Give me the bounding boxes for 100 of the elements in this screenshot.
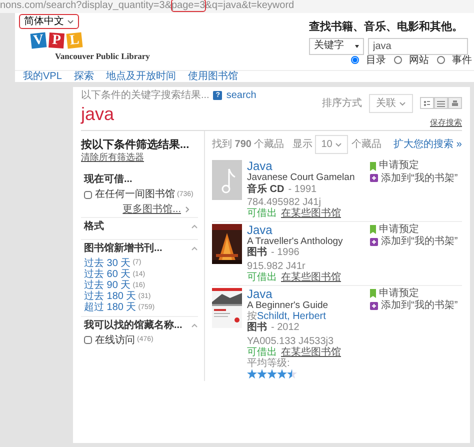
filter-option-link[interactable]: 过去 180 天 bbox=[84, 291, 136, 302]
print-icon bbox=[451, 100, 459, 107]
nav-menu-link[interactable]: 使用图书馆 bbox=[188, 70, 238, 82]
add-icon bbox=[370, 174, 378, 182]
result-summary: 找到 790 个藏品 bbox=[212, 139, 284, 150]
add-to-shelf-link[interactable]: 添加到“我的书架” bbox=[381, 172, 458, 184]
search-heading: 查找书籍、音乐、电影和其他。 bbox=[309, 21, 464, 34]
view-mode-button[interactable] bbox=[434, 97, 448, 110]
nav-menu-link[interactable]: 我的VPL bbox=[23, 70, 62, 82]
collapse-caret-icon[interactable] bbox=[191, 246, 198, 251]
result-subtitle: A Beginner's Guide bbox=[247, 300, 330, 311]
caret-icon bbox=[335, 142, 342, 148]
checkbox[interactable] bbox=[84, 190, 92, 199]
call-number: YA005.133 J4533j3 bbox=[247, 336, 334, 347]
result-title-link[interactable]: Java bbox=[247, 224, 370, 237]
filter-option-link[interactable]: 过去 30 天 bbox=[84, 258, 131, 269]
sort-select[interactable]: 关联 bbox=[369, 94, 413, 114]
bookmark-icon bbox=[370, 162, 376, 171]
format-label: 图书 bbox=[247, 322, 267, 334]
url-text: nons.com/search?display_quantity=3&page=3&q=java&t=keyword bbox=[0, 0, 294, 11]
filter-section-title: 现在可借... bbox=[84, 174, 132, 185]
star-icon bbox=[277, 369, 287, 380]
checkbox[interactable] bbox=[84, 336, 92, 344]
per-page-select[interactable]: 10 bbox=[315, 135, 348, 154]
broaden-search-link[interactable]: 扩大您的搜索 » bbox=[394, 139, 462, 150]
logo-tile: V bbox=[30, 32, 47, 49]
add-to-shelf-link[interactable]: 添加到“我的书架” bbox=[381, 236, 458, 248]
result-title-link[interactable]: Java bbox=[247, 288, 370, 301]
radio-label: 目录 bbox=[366, 54, 386, 66]
grid-icon bbox=[423, 100, 431, 107]
call-number: 784.495982 J41j bbox=[247, 196, 321, 208]
collapse-caret-icon[interactable] bbox=[191, 224, 198, 230]
radio-button[interactable] bbox=[394, 56, 402, 64]
filter-section-title: 我可以找的馆藏名称... bbox=[84, 320, 182, 331]
filter-heading: 按以下条件筛选结果... bbox=[81, 139, 190, 152]
availability-status: 可借出 bbox=[247, 208, 277, 220]
publication-year: - 2012 bbox=[271, 322, 300, 334]
search-type-select[interactable]: 关键字 bbox=[309, 38, 364, 54]
nav-menu-link[interactable]: 探索 bbox=[74, 70, 94, 82]
radio-label: 事件 bbox=[452, 54, 472, 66]
query-heading: java bbox=[81, 105, 116, 124]
star-icon bbox=[257, 369, 267, 380]
caret-icon bbox=[399, 100, 406, 106]
place-hold-link[interactable]: 申请预定 bbox=[379, 288, 419, 300]
author-link[interactable]: Schildt, Herbert bbox=[257, 311, 326, 322]
result-title-link[interactable]: Java bbox=[247, 160, 370, 174]
view-mode-button[interactable] bbox=[420, 97, 434, 110]
logo-tile: L bbox=[66, 32, 83, 49]
language-select[interactable]: 简体中文 bbox=[19, 14, 79, 30]
list-icon bbox=[437, 100, 445, 107]
result-subtitle: Javanese Court Gamelan bbox=[247, 173, 356, 184]
per-page-label: 个藏品 bbox=[351, 139, 382, 150]
location-link[interactable]: 在某些图书馆 bbox=[281, 272, 341, 283]
filter-option-link[interactable]: 过去 60 天 bbox=[84, 268, 131, 280]
filter-option-label: 在线访问 bbox=[95, 334, 135, 346]
radio-button[interactable] bbox=[437, 56, 445, 64]
add-to-shelf-link[interactable]: 添加到“我的书架” bbox=[381, 300, 458, 312]
star-icon bbox=[287, 369, 297, 380]
format-label: 音乐 CD bbox=[247, 184, 284, 195]
location-link[interactable]: 在某些图书馆 bbox=[281, 208, 341, 220]
filter-option-label: 在任何一间图书馆 bbox=[95, 188, 175, 200]
availability-status: 可借出 bbox=[247, 346, 277, 358]
publication-year: - 1991 bbox=[288, 184, 317, 195]
library-name: Vancouver Public Library bbox=[54, 52, 150, 62]
search-link[interactable]: search bbox=[226, 90, 256, 102]
filter-section-title: 格式 bbox=[84, 221, 104, 232]
rating-label: 平均等级: bbox=[247, 358, 291, 370]
place-hold-link[interactable]: 申请预定 bbox=[379, 224, 419, 236]
chevron-right-icon bbox=[185, 206, 190, 214]
filter-option-link[interactable]: 超过 180 天 bbox=[84, 302, 136, 314]
add-icon bbox=[370, 302, 378, 310]
search-description: 以下条件的关键字搜索结果... bbox=[81, 90, 210, 102]
caret-icon bbox=[355, 44, 359, 48]
collapse-caret-icon[interactable] bbox=[191, 322, 198, 328]
save-search-link[interactable]: 保存搜索 bbox=[430, 118, 462, 128]
add-icon bbox=[370, 238, 378, 246]
nav-menu-link[interactable]: 地点及开放时间 bbox=[106, 70, 176, 82]
location-link[interactable]: 在某些图书馆 bbox=[281, 346, 341, 358]
bookmark-icon bbox=[370, 289, 376, 298]
show-label: 显示 bbox=[292, 139, 312, 150]
result-subtitle: A Traveller's Anthology bbox=[247, 236, 344, 247]
more-libraries-link[interactable]: 更多图书馆... bbox=[122, 204, 181, 216]
filter-option-link[interactable]: 过去 90 天 bbox=[84, 280, 131, 292]
radio-label: 网站 bbox=[409, 54, 429, 66]
call-number: 915.982 J41r bbox=[247, 260, 306, 272]
format-label: 图书 bbox=[247, 247, 267, 259]
star-icon bbox=[247, 369, 257, 380]
place-hold-link[interactable]: 申请预定 bbox=[379, 160, 419, 172]
clear-filters-link[interactable]: 清除所有筛选器 bbox=[81, 152, 144, 162]
logo-tile: P bbox=[48, 32, 64, 49]
view-mode-button[interactable] bbox=[448, 97, 462, 110]
radio-button[interactable] bbox=[351, 56, 359, 64]
caret-icon bbox=[67, 19, 74, 24]
author-prefix: 按 bbox=[247, 311, 257, 322]
search-field[interactable]: java bbox=[368, 38, 468, 54]
bookmark-icon bbox=[370, 225, 376, 234]
star-icon bbox=[267, 369, 277, 380]
publication-year: - 1996 bbox=[271, 247, 300, 259]
filter-section-title: 图书馆新增书刊... bbox=[84, 242, 162, 254]
sort-label: 排序方式 bbox=[322, 98, 362, 110]
